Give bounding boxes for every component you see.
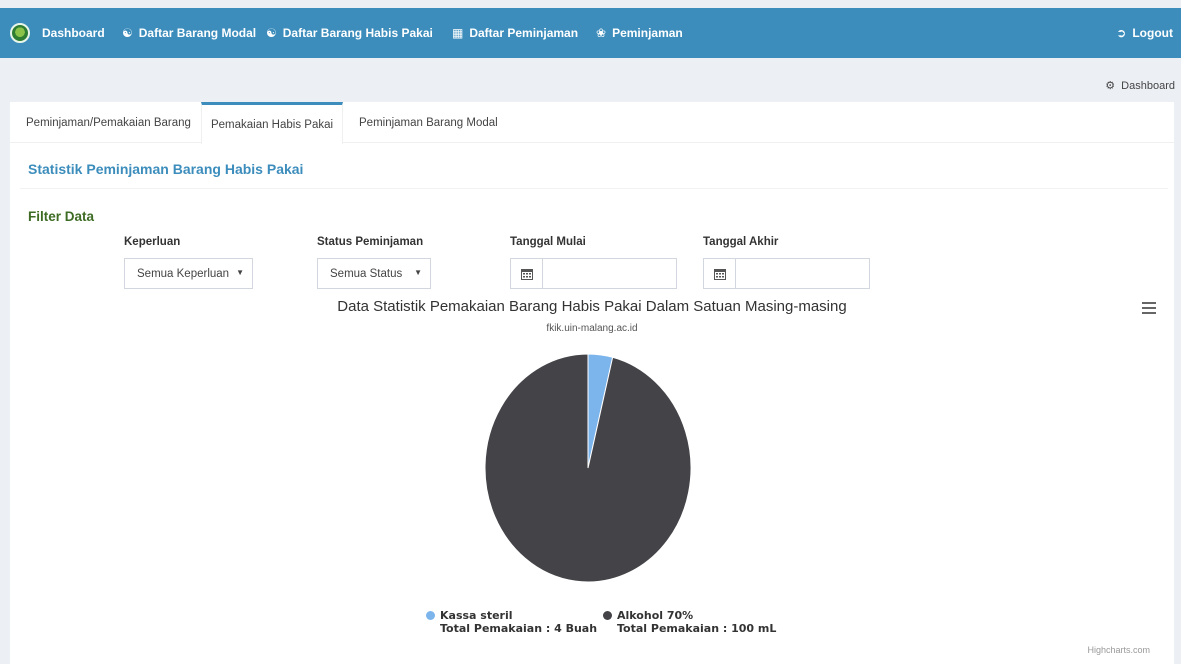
nav-peminjaman-label: Peminjaman bbox=[612, 26, 683, 40]
cubes-icon: ☯ bbox=[122, 26, 133, 40]
tanggal-akhir-field[interactable] bbox=[703, 258, 870, 289]
keperluan-label: Keperluan bbox=[124, 236, 181, 248]
logout-label: Logout bbox=[1132, 26, 1173, 40]
nav-daftar-peminjaman[interactable]: ▦ Daftar Peminjaman bbox=[452, 24, 578, 42]
app-logo[interactable] bbox=[10, 23, 30, 43]
legend-series-name: Kassa steril bbox=[440, 609, 513, 622]
legend-marker bbox=[426, 611, 435, 620]
tab-peminjaman-pemakaian-barang[interactable]: Peminjaman/Pemakaian Barang bbox=[26, 102, 191, 143]
legend-item-alkohol[interactable]: Alkohol 70% Total Pemakaian : 100 mL bbox=[603, 609, 777, 635]
hamburger-menu-icon[interactable] bbox=[1142, 302, 1156, 314]
breadcrumb-label[interactable]: Dashboard bbox=[1121, 80, 1175, 92]
calendar-icon bbox=[511, 259, 543, 288]
divider bbox=[20, 188, 1168, 189]
breadcrumb: ⚙ Dashboard bbox=[1105, 79, 1175, 93]
sign-out-icon: ➲ bbox=[1116, 26, 1127, 40]
pie-chart bbox=[484, 353, 692, 583]
legend-series-detail: Total Pemakaian : 100 mL bbox=[617, 622, 777, 635]
legend-series-name: Alkohol 70% bbox=[617, 609, 694, 622]
nav-dashboard-label: Dashboard bbox=[42, 26, 105, 40]
highcharts-credit[interactable]: Highcharts.com bbox=[1087, 645, 1150, 655]
chart-title: Data Statistik Pemakaian Barang Habis Pa… bbox=[337, 298, 847, 315]
tab-pemakaian-habis-pakai[interactable]: Pemakaian Habis Pakai bbox=[201, 102, 343, 144]
caret-down-icon: ▼ bbox=[414, 268, 422, 277]
section-title: Statistik Peminjaman Barang Habis Pakai bbox=[28, 161, 304, 177]
calendar-icon bbox=[704, 259, 736, 288]
tanggal-akhir-label: Tanggal Akhir bbox=[703, 236, 779, 248]
grid-icon: ▦ bbox=[452, 26, 464, 40]
tanggal-mulai-label: Tanggal Mulai bbox=[510, 236, 586, 248]
nav-daftar-peminjaman-label: Daftar Peminjaman bbox=[469, 26, 579, 40]
status-select[interactable]: Semua Status ▼ bbox=[317, 258, 431, 289]
legend-item-kassa-steril[interactable]: Kassa steril Total Pemakaian : 4 Buah bbox=[426, 609, 598, 635]
caret-down-icon: ▼ bbox=[236, 268, 244, 277]
pie-slice-alkohol-70[interactable] bbox=[484, 353, 692, 583]
legend-marker bbox=[603, 611, 612, 620]
logout-button[interactable]: ➲ Logout bbox=[1116, 24, 1173, 42]
cubes-icon: ☯ bbox=[266, 26, 277, 40]
tanggal-mulai-field[interactable] bbox=[510, 258, 677, 289]
navbar: Dashboard ☯ Daftar Barang Modal ☯ Daftar… bbox=[0, 8, 1181, 58]
legend-series-detail: Total Pemakaian : 4 Buah bbox=[440, 622, 598, 635]
tab-label: Pemakaian Habis Pakai bbox=[210, 118, 334, 131]
nav-daftar-barang-habis-pakai-label: Daftar Barang Habis Pakai bbox=[282, 26, 433, 40]
nav-dashboard[interactable]: Dashboard bbox=[42, 24, 105, 42]
dashboard-icon: ⚙ bbox=[1105, 80, 1116, 92]
nav-peminjaman[interactable]: ❀ Peminjaman bbox=[596, 24, 683, 42]
keperluan-value: Semua Keperluan bbox=[137, 267, 230, 280]
nav-daftar-barang-modal[interactable]: ☯ Daftar Barang Modal bbox=[122, 24, 256, 42]
content-box: Peminjaman/Pemakaian Barang Pemakaian Ha… bbox=[10, 102, 1174, 664]
chart-subtitle: fkik.uin-malang.ac.id bbox=[546, 323, 638, 334]
status-label: Status Peminjaman bbox=[317, 236, 424, 248]
nav-daftar-barang-modal-label: Daftar Barang Modal bbox=[138, 26, 257, 40]
leaf-icon: ❀ bbox=[596, 26, 607, 40]
tab-label: Peminjaman Barang Modal bbox=[359, 116, 498, 129]
tab-peminjaman-barang-modal[interactable]: Peminjaman Barang Modal bbox=[359, 102, 498, 143]
status-value: Semua Status bbox=[330, 267, 403, 280]
tab-bar: Peminjaman/Pemakaian Barang Pemakaian Ha… bbox=[10, 102, 1174, 144]
filter-title: Filter Data bbox=[28, 209, 95, 224]
keperluan-select[interactable]: Semua Keperluan ▼ bbox=[124, 258, 253, 289]
tab-label: Peminjaman/Pemakaian Barang bbox=[26, 116, 191, 129]
nav-daftar-barang-habis-pakai[interactable]: ☯ Daftar Barang Habis Pakai bbox=[266, 24, 433, 42]
